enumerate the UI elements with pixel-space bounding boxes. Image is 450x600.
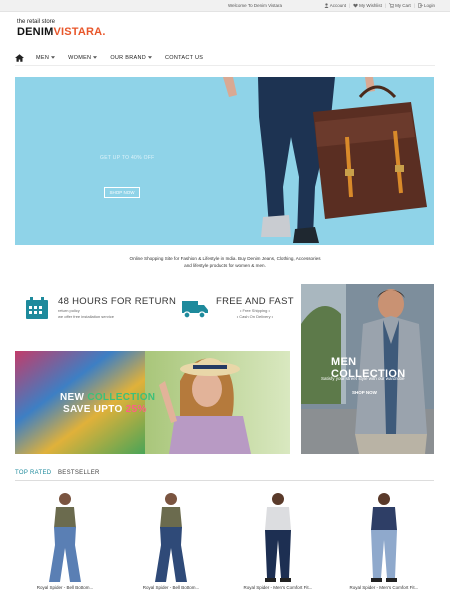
intro-line-1: Online Shopping Site for Fashion & Lifes…	[129, 256, 321, 261]
feature-shipping-title: FREE AND FAST	[216, 296, 294, 307]
men-collection-banner[interactable]: MEN COLLECTION Satisfy your street style…	[301, 284, 434, 454]
product-name: Royal Spider - Men's Comfort Fit...	[243, 585, 313, 590]
welcome-text: Welcome To Denim Vistara	[228, 3, 283, 8]
product-name: Royal Spider - Bell Bottom...	[36, 585, 94, 590]
product-image	[265, 493, 291, 582]
men-shop-now-button[interactable]: SHOP NOW	[352, 390, 377, 395]
tab-top-rated[interactable]: TOP RATED	[15, 470, 51, 476]
account-link[interactable]: Account	[324, 3, 346, 8]
cart-icon	[389, 3, 395, 8]
hero-offer-text: GET UP TO 40% OFF	[100, 155, 155, 161]
product-name: Royal Spider - Bell Bottom...	[142, 585, 200, 590]
tab-bestseller[interactable]: BESTSELLER	[58, 470, 100, 476]
feature-return: 48 HOURS FOR RETURN return policy we off…	[25, 296, 176, 320]
product-card[interactable]: Royal Spider - Men's Comfort Fit...	[228, 490, 328, 590]
product-image	[155, 493, 187, 582]
main-nav: MEN WOMEN OUR BRAND CONTACT US	[15, 50, 435, 66]
men-collection-desc: Satisfy your street style with our wardr…	[321, 376, 405, 381]
product-tabs: TOP RATED BESTSELLER	[15, 469, 434, 481]
login-link[interactable]: Login	[418, 3, 435, 8]
hero-shop-now-button[interactable]: SHOP NOW	[104, 187, 140, 198]
top-bar: Welcome To Denim Vistara Account | My Wi…	[0, 0, 450, 12]
product-name: Royal Spider - Men's Comfort Fit...	[349, 585, 419, 590]
user-icon	[324, 3, 329, 8]
nav-item-contact-us[interactable]: CONTACT US	[165, 55, 203, 61]
heart-icon	[353, 3, 358, 8]
site-logo[interactable]: the retail store DENIMVISTARA.	[17, 19, 106, 38]
feature-return-sub-2: we offer free installation service	[58, 314, 114, 319]
product-card[interactable]: Royal Spider - Bell Bottom...	[15, 490, 115, 590]
nav-item-women[interactable]: WOMEN	[68, 55, 98, 61]
nav-item-men[interactable]: MEN	[36, 55, 56, 61]
intro-line-2: and lifestyle products for women & men.	[184, 263, 266, 268]
feature-return-title: 48 HOURS FOR RETURN	[58, 296, 177, 307]
nav-item-our-brand[interactable]: OUR BRAND	[110, 55, 153, 61]
wishlist-link[interactable]: My Wishlist	[353, 3, 382, 8]
chevron-down-icon	[148, 56, 153, 59]
hero-model-image	[223, 77, 427, 243]
hero-banner: GET UP TO 40% OFF SHOP NOW	[15, 77, 434, 245]
product-image	[371, 493, 397, 582]
product-image	[49, 493, 81, 582]
cart-link[interactable]: My Cart	[389, 3, 411, 8]
feature-shipping: FREE AND FAST • Free Shipping • • Cash O…	[182, 296, 294, 320]
promo-new-collection: NEW COLLECTION	[60, 392, 156, 403]
chevron-down-icon	[51, 56, 56, 59]
delivery-truck-icon	[182, 301, 208, 319]
product-card[interactable]: Royal Spider - Men's Comfort Fit...	[334, 490, 434, 590]
new-collection-banner[interactable]: NEW COLLECTION SAVE UPTO 25%	[15, 351, 290, 454]
chevron-down-icon	[93, 56, 98, 59]
calendar-icon	[26, 297, 48, 319]
product-card[interactable]: Royal Spider - Bell Bottom...	[121, 490, 221, 590]
home-icon[interactable]	[15, 53, 24, 62]
login-icon	[418, 3, 423, 8]
logo-brand: DENIMVISTARA.	[17, 26, 106, 38]
promo-save-upto: SAVE UPTO 25%	[63, 404, 147, 415]
feature-shipping-sub-2: • Cash On Delivery •	[236, 314, 274, 319]
account-links: Account | My Wishlist | My Cart | Login	[324, 3, 435, 8]
logo-tagline: the retail store	[17, 19, 56, 25]
